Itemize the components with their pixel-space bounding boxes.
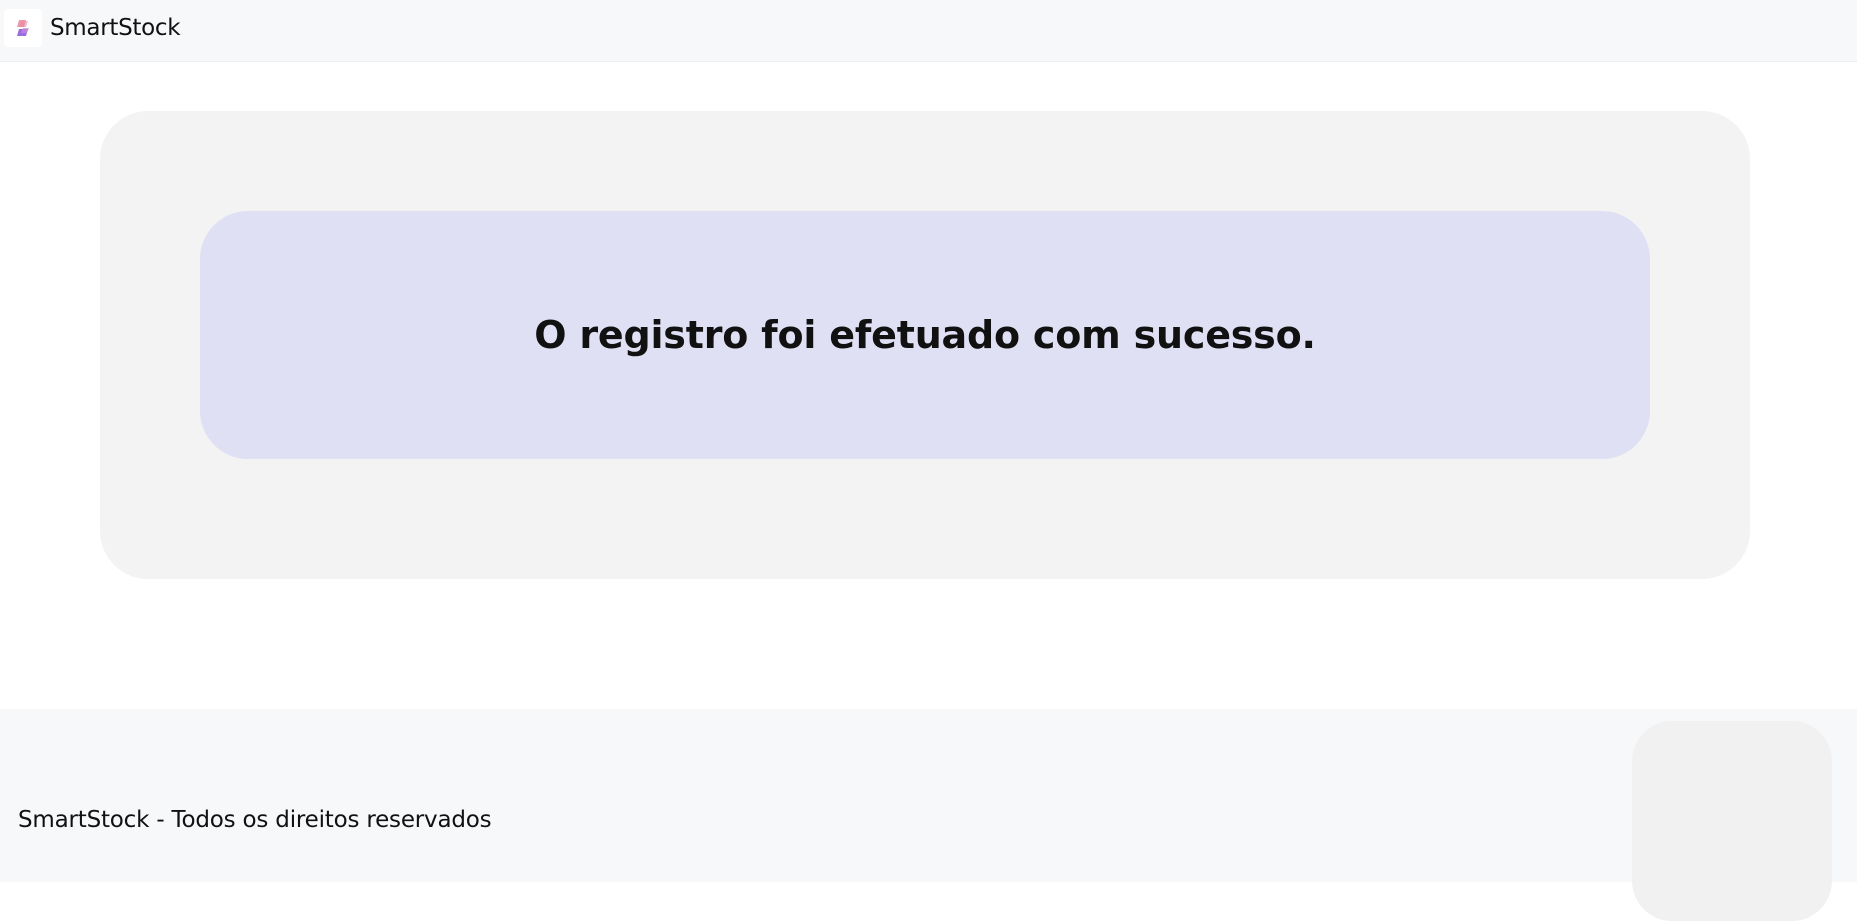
footer-widget bbox=[1632, 721, 1832, 921]
navbar: SmartStock bbox=[0, 0, 1857, 62]
outer-card: O registro foi efetuado com sucesso. bbox=[100, 111, 1750, 579]
brand-name: SmartStock bbox=[50, 15, 181, 41]
footer-copyright: SmartStock - Todos os direitos reservado… bbox=[18, 807, 492, 833]
smartstock-logo-icon bbox=[4, 9, 42, 47]
footer: SmartStock - Todos os direitos reservado… bbox=[0, 709, 1857, 921]
success-message: O registro foi efetuado com sucesso. bbox=[534, 313, 1316, 357]
success-alert: O registro foi efetuado com sucesso. bbox=[200, 211, 1650, 459]
brand-link[interactable]: SmartStock bbox=[4, 8, 181, 48]
